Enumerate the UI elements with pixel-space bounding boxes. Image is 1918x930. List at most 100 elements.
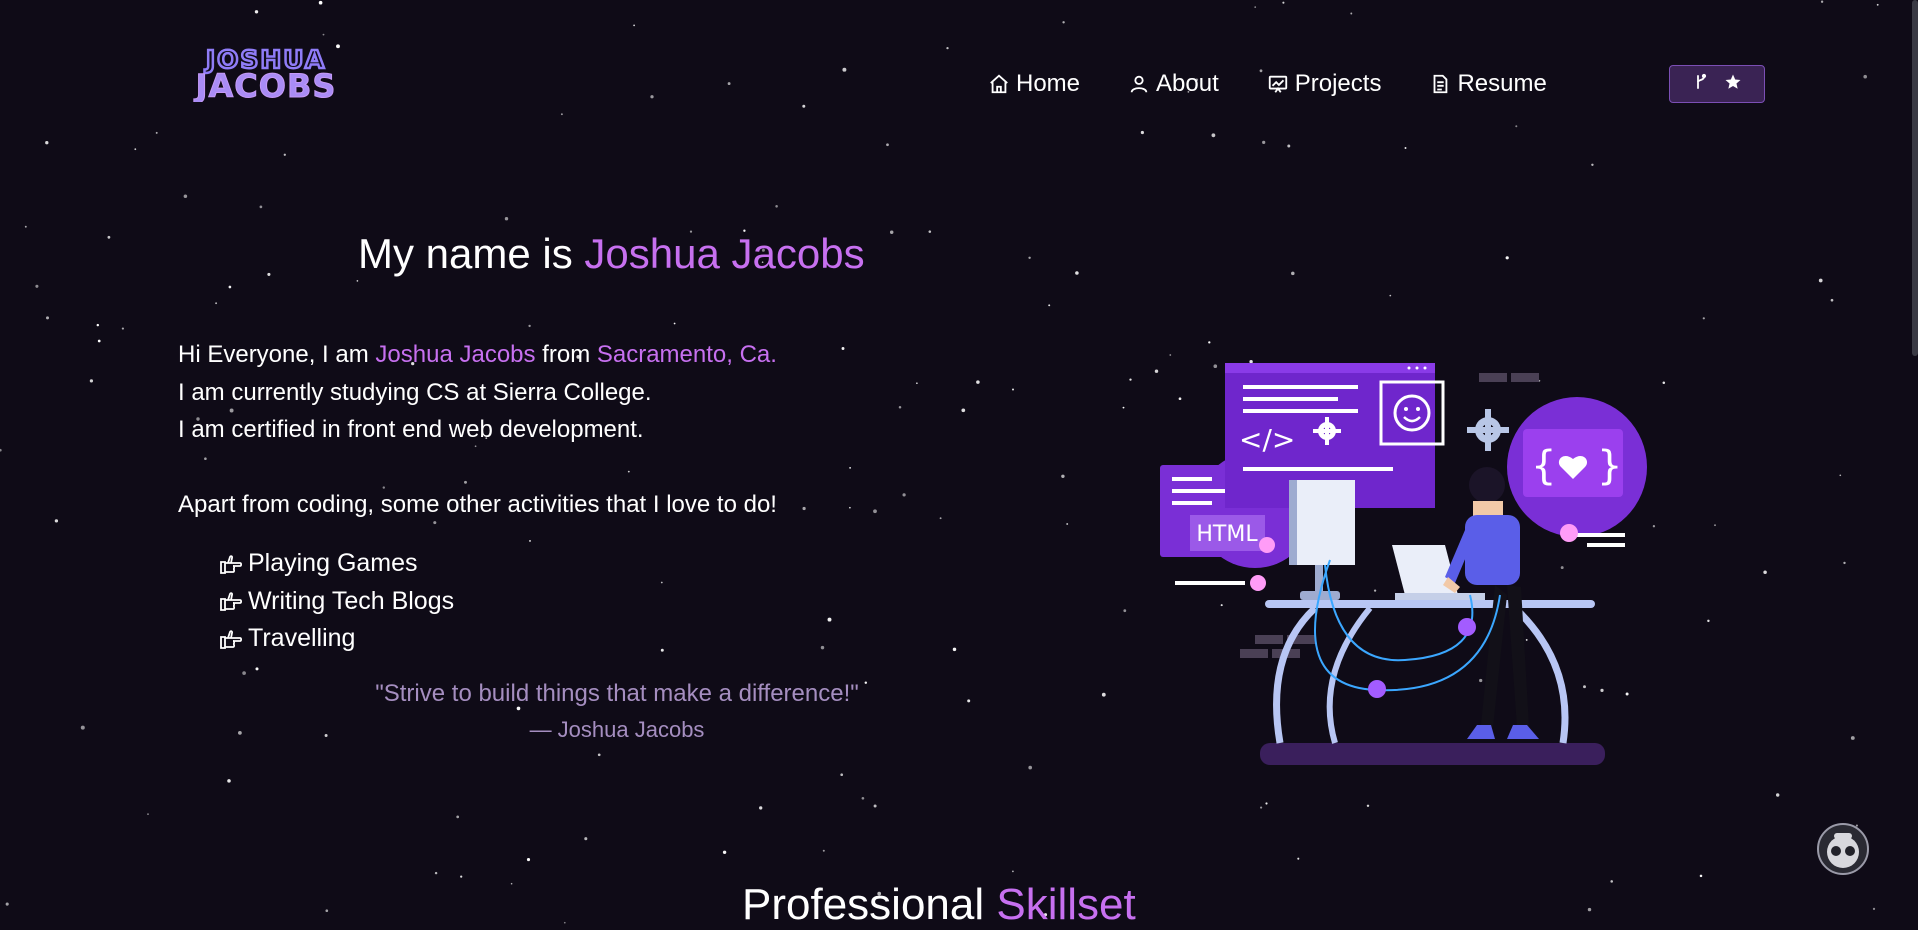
nav-resume-label: Resume	[1457, 70, 1547, 97]
nav-about[interactable]: About	[1128, 70, 1219, 98]
star	[1208, 341, 1211, 344]
star	[820, 645, 825, 650]
star	[1028, 765, 1033, 770]
star	[1863, 74, 1867, 79]
nav-projects[interactable]: Projects	[1267, 70, 1381, 98]
quote-author: — Joshua Jacobs	[529, 717, 705, 742]
star	[584, 837, 588, 841]
star	[597, 753, 601, 757]
star	[356, 280, 359, 282]
star	[434, 871, 438, 875]
list-item: Travelling	[218, 620, 454, 658]
star	[902, 493, 906, 497]
star	[1850, 736, 1855, 740]
star	[45, 141, 49, 145]
logo[interactable]: JOSHUA JACOBS	[150, 44, 382, 102]
star	[1287, 144, 1291, 148]
hobby-2: Writing Tech Blogs	[248, 586, 455, 615]
star	[563, 921, 566, 924]
star	[946, 46, 949, 50]
document-icon	[1429, 73, 1451, 95]
star	[97, 339, 101, 343]
star	[1714, 524, 1716, 527]
star	[841, 347, 845, 350]
page-scrollbar[interactable]	[1912, 0, 1918, 356]
star	[322, 33, 325, 36]
star	[1282, 1, 1285, 4]
star	[1843, 561, 1846, 565]
intro-line-1: Hi Everyone, I am Joshua Jacobs from Sac…	[178, 336, 777, 374]
star	[967, 699, 971, 703]
github-repo-button[interactable]	[1669, 65, 1765, 103]
star	[1075, 271, 1079, 275]
star	[952, 647, 957, 652]
nav-about-label: About	[1156, 70, 1219, 97]
star	[928, 230, 932, 233]
star	[840, 773, 844, 777]
intro-place: Sacramento, Ca.	[596, 341, 777, 368]
star	[1297, 857, 1300, 860]
star	[802, 104, 806, 108]
star	[1129, 378, 1132, 381]
star	[1028, 256, 1031, 260]
star	[1404, 147, 1407, 149]
star	[1662, 381, 1666, 384]
star	[873, 804, 877, 808]
star	[1515, 125, 1518, 128]
star	[147, 813, 149, 815]
robot-avatar-button[interactable]	[1816, 822, 1870, 876]
intro-text: Hi Everyone, I am Joshua Jacobs from Sac…	[178, 336, 777, 523]
star	[886, 143, 889, 147]
star	[1820, 0, 1824, 3]
star	[526, 858, 531, 862]
star	[5, 902, 9, 906]
braces-left: {	[1531, 443, 1556, 489]
star	[842, 67, 847, 72]
hobby-1: Playing Games	[248, 549, 418, 577]
star	[504, 217, 509, 221]
hero-title-name: Joshua Jacobs	[584, 230, 865, 277]
star	[1062, 21, 1065, 24]
star	[1366, 804, 1370, 808]
intro-name: Joshua Jacobs	[375, 341, 536, 368]
quote: "Strive to build things that make a diff…	[375, 680, 859, 707]
star	[227, 779, 231, 783]
hand-pointing-icon	[218, 551, 244, 577]
star	[325, 909, 329, 913]
star	[228, 285, 232, 289]
fork-icon	[1692, 73, 1710, 96]
star	[24, 225, 27, 228]
star	[54, 519, 59, 523]
star	[660, 648, 664, 652]
star	[1699, 874, 1703, 878]
nav-home[interactable]: Home	[988, 70, 1080, 98]
star	[802, 506, 806, 511]
star	[1591, 163, 1594, 167]
star	[254, 10, 259, 14]
star	[107, 235, 111, 239]
star	[259, 205, 263, 209]
skillset-heading: Professional Skillset	[742, 880, 1136, 930]
nav-resume[interactable]: Resume	[1429, 70, 1547, 98]
star	[238, 731, 242, 735]
list-item: Playing Games	[218, 545, 454, 583]
hero-title: My name is Joshua Jacobs	[358, 230, 865, 278]
star	[324, 734, 328, 737]
star	[528, 324, 531, 328]
star	[510, 882, 513, 885]
star	[1291, 271, 1295, 276]
gear-icon-small	[1467, 409, 1509, 451]
star	[1350, 12, 1353, 15]
star	[35, 284, 39, 288]
star	[1830, 298, 1834, 302]
intro-greeting: Hi Everyone, I am	[178, 341, 376, 368]
intro-line-2: I am currently studying CS at Sierra Col…	[178, 378, 652, 406]
star	[255, 667, 259, 671]
star	[1066, 523, 1069, 525]
star	[861, 796, 865, 800]
star	[215, 302, 218, 305]
star	[134, 148, 137, 151]
home-icon	[988, 73, 1010, 95]
star	[1012, 388, 1014, 391]
star	[1702, 317, 1705, 320]
